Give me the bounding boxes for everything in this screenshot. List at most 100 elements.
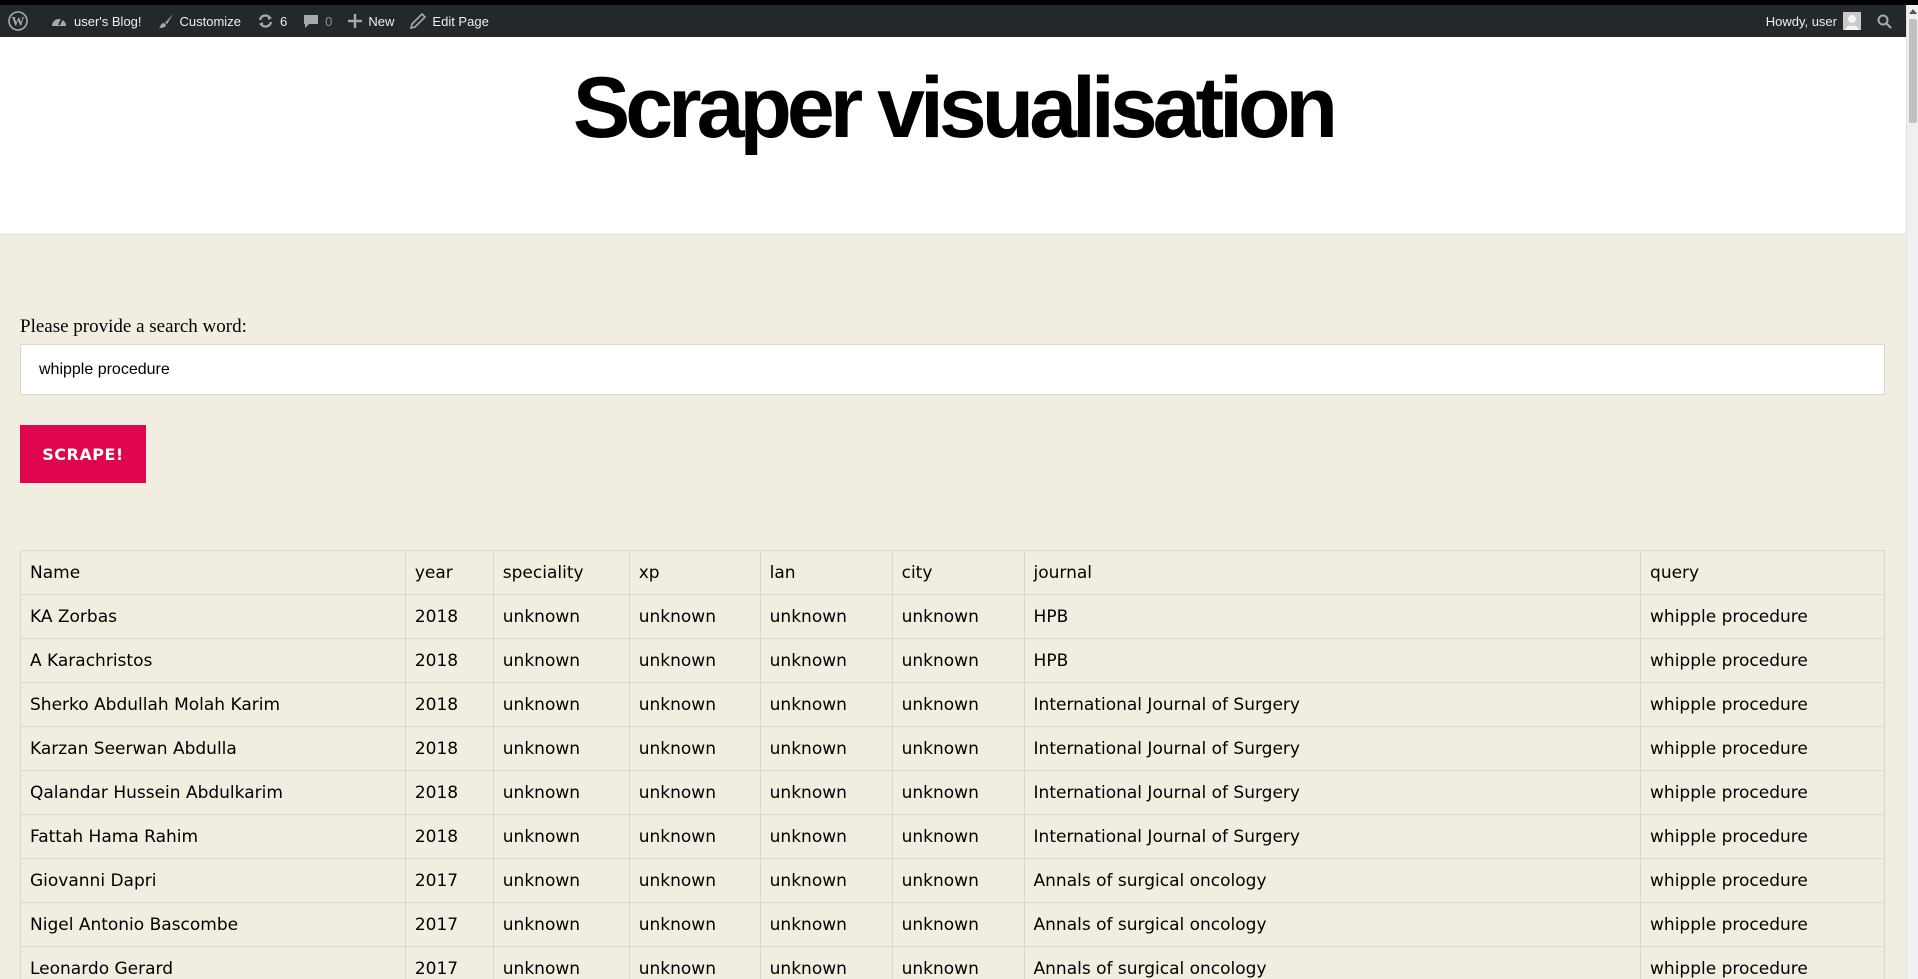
avatar-icon	[1843, 12, 1861, 30]
cell-journal: International Journal of Surgery	[1023, 726, 1642, 771]
refresh-icon	[257, 13, 274, 29]
comments-link[interactable]: 0	[295, 5, 340, 37]
cell-speciality: unknown	[492, 858, 630, 903]
cell-speciality: unknown	[492, 814, 630, 859]
column-header-journal: journal	[1023, 550, 1642, 595]
cell-query: whipple procedure	[1640, 682, 1885, 727]
cell-xp: unknown	[628, 770, 761, 815]
table-row: Leonardo Gerard 2017 unknown unknown unk…	[20, 946, 1885, 979]
brush-icon	[158, 13, 174, 29]
cell-xp: unknown	[628, 814, 761, 859]
comments-count: 0	[325, 13, 333, 29]
howdy-label: Howdy, user	[1765, 13, 1837, 29]
comment-icon	[303, 13, 319, 29]
cell-speciality: unknown	[492, 638, 630, 683]
cell-query: whipple procedure	[1640, 902, 1885, 947]
page-scrollbar[interactable]	[1906, 5, 1918, 979]
cell-year: 2018	[404, 638, 494, 683]
cell-query: whipple procedure	[1640, 726, 1885, 771]
cell-name: Giovanni Dapri	[20, 858, 406, 903]
table-row: Fattah Hama Rahim 2018 unknown unknown u…	[20, 814, 1885, 859]
cell-name: A Karachristos	[20, 638, 406, 683]
cell-name: Sherko Abdullah Molah Karim	[20, 682, 406, 727]
cell-xp: unknown	[628, 682, 761, 727]
cell-lan: unknown	[759, 770, 893, 815]
edit-page-link[interactable]: Edit Page	[402, 5, 496, 37]
cell-xp: unknown	[628, 638, 761, 683]
edit-page-label: Edit Page	[432, 13, 489, 29]
cell-xp: unknown	[628, 594, 761, 639]
cell-name: Qalandar Hussein Abdulkarim	[20, 770, 406, 815]
column-header-xp: xp	[628, 550, 761, 595]
cell-lan: unknown	[759, 814, 893, 859]
site-name-label: user's Blog!	[74, 13, 142, 29]
cell-name: Nigel Antonio Bascombe	[20, 902, 406, 947]
cell-lan: unknown	[759, 946, 893, 979]
cell-query: whipple procedure	[1640, 946, 1885, 979]
updates-count: 6	[279, 13, 288, 29]
scrape-button[interactable]: SCRAPE!	[20, 425, 146, 483]
column-header-lan: lan	[759, 550, 893, 595]
cell-speciality: unknown	[492, 594, 630, 639]
plus-icon	[348, 14, 363, 28]
column-header-city: city	[891, 550, 1025, 595]
cell-query: whipple procedure	[1640, 858, 1885, 903]
cell-journal: Annals of surgical oncology	[1023, 858, 1642, 903]
cell-city: unknown	[891, 858, 1025, 903]
cell-lan: unknown	[759, 902, 893, 947]
wordpress-icon: W	[8, 11, 28, 31]
cell-speciality: unknown	[492, 770, 630, 815]
cell-year: 2018	[404, 682, 494, 727]
cell-xp: unknown	[628, 858, 761, 903]
cell-lan: unknown	[759, 594, 893, 639]
updates-link[interactable]: 6	[249, 5, 295, 37]
customize-label: Customize	[179, 13, 241, 29]
cell-lan: unknown	[759, 858, 893, 903]
cell-query: whipple procedure	[1640, 594, 1885, 639]
column-header-year: year	[404, 550, 494, 595]
table-row: A Karachristos 2018 unknown unknown unkn…	[20, 638, 1885, 683]
admin-search-button[interactable]	[1869, 5, 1906, 37]
cell-query: whipple procedure	[1640, 814, 1885, 859]
cell-speciality: unknown	[492, 726, 630, 771]
scroll-up-arrow-icon[interactable]	[1909, 9, 1917, 14]
cell-city: unknown	[891, 770, 1025, 815]
cell-city: unknown	[891, 682, 1025, 727]
table-row: Karzan Seerwan Abdulla 2018 unknown unkn…	[20, 726, 1885, 771]
customize-link[interactable]: Customize	[150, 5, 249, 37]
cell-speciality: unknown	[492, 682, 630, 727]
new-label: New	[368, 13, 395, 29]
admin-bar: W user's Blog! Customize 6 0 New Edit Pa…	[0, 5, 1906, 37]
cell-city: unknown	[891, 814, 1025, 859]
search-icon	[1877, 14, 1892, 29]
table-row: Giovanni Dapri 2017 unknown unknown unkn…	[20, 858, 1885, 903]
new-content-link[interactable]: New	[340, 5, 402, 37]
cell-xp: unknown	[628, 946, 761, 979]
wordpress-menu[interactable]: W	[0, 5, 42, 37]
cell-year: 2017	[404, 946, 494, 979]
column-header-query: query	[1640, 550, 1885, 595]
cell-journal: Annals of surgical oncology	[1023, 946, 1642, 979]
user-account-menu[interactable]: Howdy, user	[1758, 5, 1869, 37]
cell-year: 2017	[404, 902, 494, 947]
cell-speciality: unknown	[492, 902, 630, 947]
cell-journal: Annals of surgical oncology	[1023, 902, 1642, 947]
cell-lan: unknown	[759, 638, 893, 683]
search-input[interactable]	[20, 344, 1885, 395]
table-row: Nigel Antonio Bascombe 2017 unknown unkn…	[20, 902, 1885, 947]
table-header-row: Name year speciality xp lan city journal…	[20, 550, 1885, 595]
cell-name: Leonardo Gerard	[20, 946, 406, 979]
page-title: Scraper visualisation	[572, 60, 1338, 156]
svg-text:W: W	[12, 14, 25, 29]
cell-lan: unknown	[759, 682, 893, 727]
site-name-link[interactable]: user's Blog!	[42, 5, 150, 37]
cell-query: whipple procedure	[1640, 770, 1885, 815]
cell-journal: International Journal of Surgery	[1023, 814, 1642, 859]
admin-bar-left: W user's Blog! Customize 6 0 New Edit Pa…	[0, 5, 497, 37]
cell-year: 2018	[404, 770, 494, 815]
scrollbar-thumb[interactable]	[1909, 19, 1917, 123]
cell-journal: HPB	[1023, 638, 1642, 683]
cell-speciality: unknown	[492, 946, 630, 979]
cell-journal: HPB	[1023, 594, 1642, 639]
pencil-icon	[410, 13, 427, 29]
